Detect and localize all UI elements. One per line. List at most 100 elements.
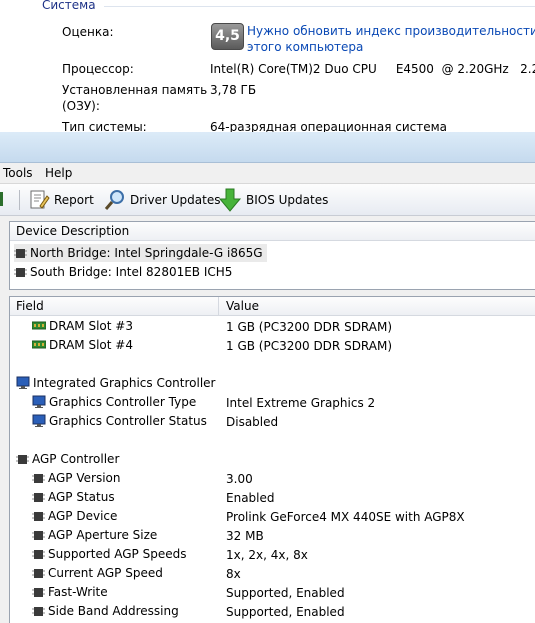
field-value: 3.00: [226, 472, 253, 486]
monitor-icon: [32, 395, 46, 408]
section-title: Система: [42, 0, 96, 12]
chip-icon: [32, 511, 45, 521]
field-name: Side Band Addressing: [48, 604, 179, 618]
chip-icon: [32, 492, 45, 502]
chip-icon: [14, 248, 27, 258]
field-name: DRAM Slot #4: [49, 338, 133, 352]
field-name: Graphics Controller Status: [49, 414, 207, 428]
field-name: Current AGP Speed: [48, 566, 163, 580]
window-titlebar[interactable]: [0, 132, 535, 163]
table-row[interactable]: Current AGP Speed 8x: [10, 564, 535, 583]
table-row[interactable]: Graphics Controller Type Intel Extreme G…: [10, 393, 535, 412]
update-index-link-line2[interactable]: этого компьютера: [247, 39, 535, 55]
table-row[interactable]: Supported AGP Speeds 1x, 2x, 4x, 8x: [10, 545, 535, 564]
magnifier-icon: [104, 189, 124, 210]
memory-label-line1: Установленная память: [62, 83, 208, 97]
device-item-label: North Bridge: Intel Springdale-G i865G: [30, 246, 263, 260]
memory-module-icon: [32, 340, 46, 349]
field-name: Supported AGP Speeds: [48, 547, 187, 561]
field-value-pane: Field Value DRAM Slot #3 1 GB (PC3200 DD…: [9, 296, 535, 623]
toolbar-separator: [19, 190, 20, 210]
system-type-value: 64-разрядная операционная система: [210, 120, 448, 132]
field-value: Supported, Enabled: [226, 605, 345, 619]
table-row[interactable]: DRAM Slot #3 1 GB (PC3200 DDR SDRAM): [10, 317, 535, 336]
field-value: 1x, 2x, 4x, 8x: [226, 548, 308, 562]
device-description-header[interactable]: Device Description: [10, 222, 535, 241]
table-group-row[interactable]: AGP Controller: [10, 450, 535, 469]
processor-value: Intel(R) Core(TM)2 Duo CPU E4500 @ 2.20G…: [210, 62, 535, 76]
table-row[interactable]: Graphics Controller Status Disabled: [10, 412, 535, 431]
table-row[interactable]: Side Band Addressing Supported, Enabled: [10, 602, 535, 621]
table-group-row[interactable]: Integrated Graphics Controller: [10, 374, 535, 393]
field-name: DRAM Slot #3: [49, 319, 133, 333]
processor-label: Процессор:: [62, 62, 134, 76]
field-value: 1 GB (PC3200 DDR SDRAM): [226, 320, 393, 334]
performance-index-badge[interactable]: 4,5: [211, 23, 244, 50]
chip-icon: [32, 549, 45, 559]
chip-icon: [32, 530, 45, 540]
update-index-link[interactable]: Нужно обновить индекс производительности…: [247, 23, 535, 55]
table-row[interactable]: AGP Device Prolink GeForce4 MX 440SE wit…: [10, 507, 535, 526]
field-name: AGP Aperture Size: [48, 528, 158, 542]
toolbar-edge-icon: [0, 192, 3, 206]
field-name: Fast-Write: [48, 585, 108, 599]
field-name: Graphics Controller Type: [49, 395, 197, 409]
memory-value: 3,78 ГБ: [210, 83, 257, 97]
system-type-label: Тип системы:: [62, 120, 147, 132]
column-divider[interactable]: [218, 297, 219, 315]
table-row[interactable]: AGP Aperture Size 32 MB: [10, 526, 535, 545]
menu-help[interactable]: Help: [45, 166, 72, 180]
field-value-header: Field Value: [10, 297, 535, 316]
chip-icon: [32, 587, 45, 597]
field-value: Disabled: [226, 415, 279, 429]
device-description-pane: Device Description North Bridge: Intel S…: [9, 221, 535, 290]
field-value: Intel Extreme Graphics 2: [226, 396, 376, 410]
field-column-header[interactable]: Field: [16, 299, 44, 313]
update-index-link-line1[interactable]: Нужно обновить индекс производительности…: [247, 23, 535, 39]
table-row[interactable]: AGP Status Enabled: [10, 488, 535, 507]
driver-updates-button[interactable]: Driver Updates: [104, 188, 220, 211]
report-icon: [30, 190, 50, 209]
system-properties-panel: Система Оценка: 4,5 Нужно обновить индек…: [0, 0, 535, 132]
toolbar: Report Driver Updates BIOS Updates: [0, 183, 535, 216]
field-value: 8x: [226, 567, 241, 581]
field-name: AGP Status: [48, 490, 115, 504]
report-button[interactable]: Report: [28, 188, 94, 211]
section-divider: [104, 6, 535, 7]
menu-tools[interactable]: Tools: [3, 166, 33, 180]
field-name: AGP Version: [48, 471, 121, 485]
device-item-label: South Bridge: Intel 82801EB ICH5: [30, 265, 233, 279]
field-value: 1 GB (PC3200 DDR SDRAM): [226, 339, 393, 353]
chip-icon: [14, 267, 27, 277]
field-value: Prolink GeForce4 MX 440SE with AGP8X: [226, 510, 465, 524]
field-value: 32 MB: [226, 529, 264, 543]
chip-icon: [32, 568, 45, 578]
field-value: Enabled: [226, 491, 275, 505]
field-value: Supported, Enabled: [226, 586, 345, 600]
value-column-header[interactable]: Value: [226, 299, 259, 313]
device-item-north-bridge[interactable]: North Bridge: Intel Springdale-G i865G: [14, 244, 267, 262]
device-description-header-label: Device Description: [16, 224, 130, 238]
hardware-info-window: Tools Help Report Driver Updates BIOS Up…: [0, 132, 535, 623]
menu-bar: Tools Help: [0, 163, 535, 183]
table-row[interactable]: Fast-Write Supported, Enabled: [10, 583, 535, 602]
memory-module-icon: [32, 321, 46, 330]
table-row[interactable]: AGP Version 3.00: [10, 469, 535, 488]
monitor-icon: [32, 414, 46, 427]
group-name: Integrated Graphics Controller: [33, 376, 216, 390]
device-item-south-bridge[interactable]: South Bridge: Intel 82801EB ICH5: [14, 263, 232, 281]
chip-icon: [16, 454, 29, 464]
driver-updates-label: Driver Updates: [130, 192, 221, 207]
table-row[interactable]: DRAM Slot #4 1 GB (PC3200 DDR SDRAM): [10, 336, 535, 355]
chip-icon: [32, 473, 45, 483]
memory-label: Установленная память (ОЗУ):: [62, 82, 207, 114]
memory-label-line2: (ОЗУ):: [62, 99, 100, 113]
bios-updates-button[interactable]: BIOS Updates: [218, 188, 329, 212]
monitor-icon: [16, 376, 30, 389]
report-label: Report: [54, 192, 94, 207]
bios-updates-label: BIOS Updates: [246, 192, 329, 207]
rating-label: Оценка:: [62, 25, 114, 39]
field-name: AGP Device: [48, 509, 118, 523]
group-name: AGP Controller: [32, 452, 120, 466]
green-arrow-down-icon: [218, 188, 242, 212]
